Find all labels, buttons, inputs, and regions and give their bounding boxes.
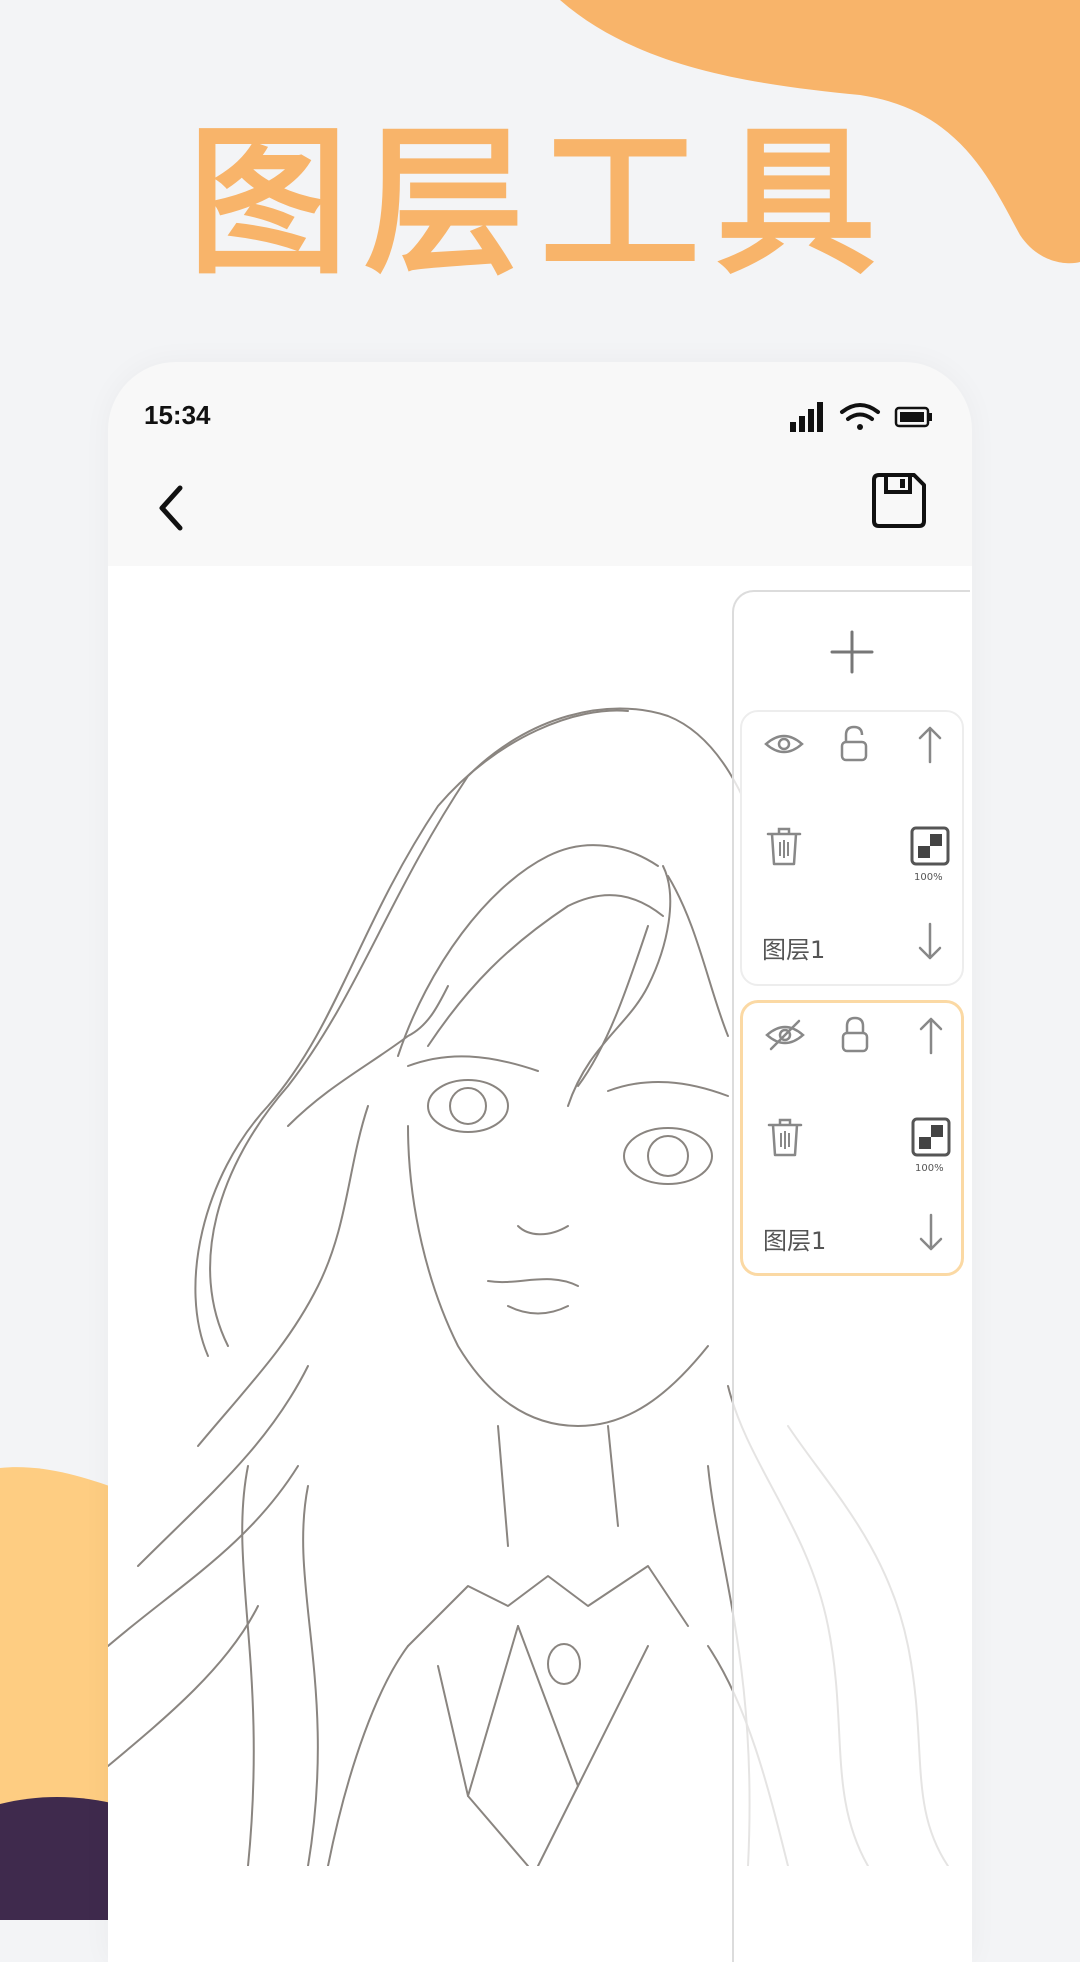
plus-icon[interactable] xyxy=(734,622,970,682)
opacity-icon[interactable] xyxy=(908,824,952,868)
unlock-icon[interactable] xyxy=(832,722,876,766)
status-bar: 15:34 xyxy=(108,362,972,458)
battery-icon xyxy=(894,406,932,428)
floppy-disk-icon[interactable] xyxy=(868,470,930,532)
status-icons xyxy=(790,402,932,432)
drawing-canvas[interactable]: 100% 图层1 100% 图层1 xyxy=(108,566,972,1962)
opacity-label: 100% xyxy=(914,872,943,883)
signal-icon xyxy=(790,402,823,432)
layer-name: 图层1 xyxy=(762,936,826,964)
opacity-icon[interactable] xyxy=(909,1115,953,1159)
status-time: 15:34 xyxy=(144,400,211,430)
layer-card[interactable]: 100% 图层1 xyxy=(740,710,964,986)
opacity-label: 100% xyxy=(915,1163,944,1174)
decorative-blob-bottom xyxy=(0,1467,120,1920)
layer-name: 图层1 xyxy=(763,1227,827,1255)
arrow-up-icon[interactable] xyxy=(908,722,952,766)
arrow-down-icon[interactable] xyxy=(908,920,952,964)
trash-icon[interactable] xyxy=(763,1115,807,1159)
wifi-icon xyxy=(840,403,880,430)
chevron-left-icon[interactable] xyxy=(144,476,200,540)
trash-icon[interactable] xyxy=(762,824,806,868)
arrow-up-icon[interactable] xyxy=(909,1013,953,1057)
phone-frame: 15:34 100% 图层1 100% 图层1 xyxy=(108,362,972,1962)
eye-off-icon[interactable] xyxy=(763,1013,807,1057)
feature-headline: 图层工具 xyxy=(187,109,892,296)
layer-card-selected[interactable]: 100% 图层1 xyxy=(740,1000,964,1276)
lock-icon[interactable] xyxy=(833,1013,877,1057)
eye-icon[interactable] xyxy=(762,722,806,766)
arrow-down-icon[interactable] xyxy=(909,1211,953,1255)
nav-bar xyxy=(108,458,972,566)
layer-panel: 100% 图层1 100% 图层1 xyxy=(732,590,970,1962)
